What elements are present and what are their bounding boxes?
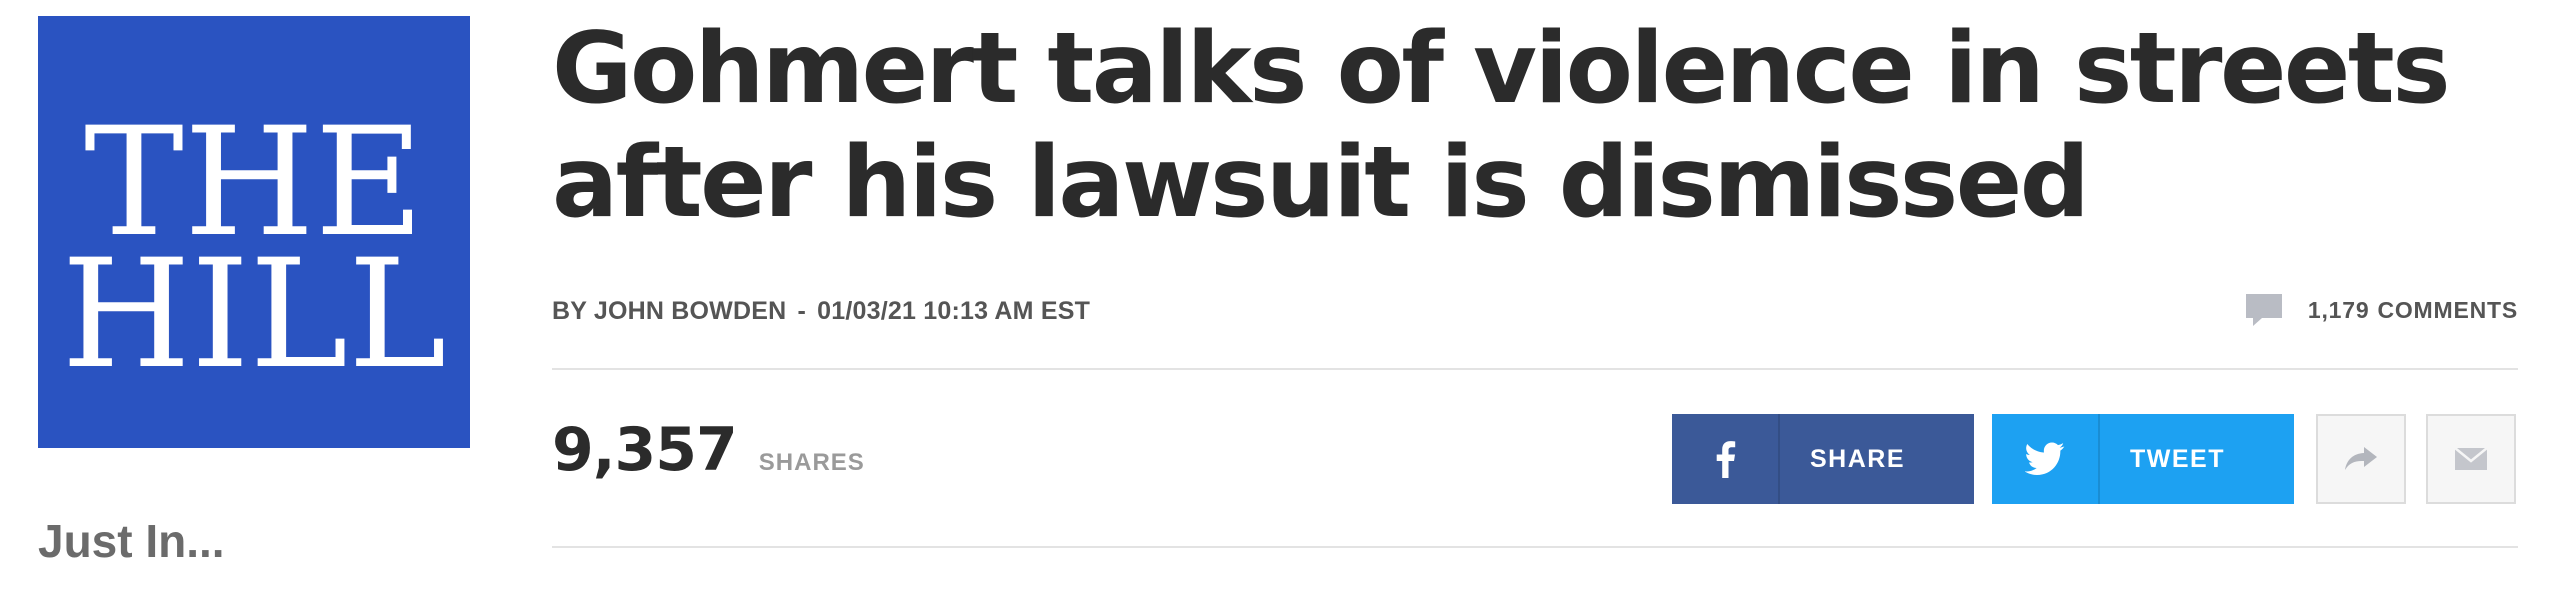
byline-prefix: BY <box>552 297 587 325</box>
comments-word: COMMENTS <box>2377 296 2518 323</box>
facebook-icon-wrap <box>1672 414 1780 504</box>
divider-bottom <box>552 546 2518 548</box>
share-count: 9,357 SHARES <box>552 420 865 480</box>
facebook-share-label: SHARE <box>1810 444 1906 473</box>
site-logo[interactable]: THE HILL <box>38 16 470 448</box>
comments-link[interactable]: 1,179 COMMENTS <box>2244 292 2518 328</box>
the-hill-logo-mark: THE HILL <box>62 96 447 402</box>
divider-top <box>552 368 2518 370</box>
byline: BY JOHN BOWDEN - 01/03/21 10:13 AM EST <box>552 296 1090 326</box>
logo-line-hill: HILL <box>62 228 447 402</box>
share-count-label: SHARES <box>758 449 865 476</box>
twitter-icon-wrap <box>1992 414 2100 504</box>
email-share-button[interactable] <box>2426 414 2516 504</box>
share-count-number: 9,357 <box>552 415 738 485</box>
comments-count: 1,179 <box>2307 296 2370 323</box>
facebook-share-button[interactable]: SHARE <box>1672 414 1974 504</box>
byline-separator: - <box>797 297 807 325</box>
twitter-tweet-button[interactable]: TWEET <box>1992 414 2294 504</box>
comment-bubble-icon <box>2245 294 2282 326</box>
facebook-icon <box>1716 441 1736 478</box>
forward-arrow-icon <box>2345 447 2377 470</box>
twitter-bird-icon <box>2025 442 2065 475</box>
comments-label: 1,179 COMMENTS <box>2308 297 2518 324</box>
publish-timestamp: 01/03/21 10:13 AM EST <box>817 297 1091 325</box>
author-link[interactable]: JOHN BOWDEN <box>594 297 786 325</box>
article-headline: Gohmert talks of violence in streets aft… <box>552 12 2451 240</box>
envelope-icon <box>2454 447 2488 470</box>
twitter-tweet-label: TWEET <box>2130 444 2225 473</box>
forward-share-button[interactable] <box>2316 414 2406 504</box>
just-in-heading: Just In... <box>38 515 225 567</box>
